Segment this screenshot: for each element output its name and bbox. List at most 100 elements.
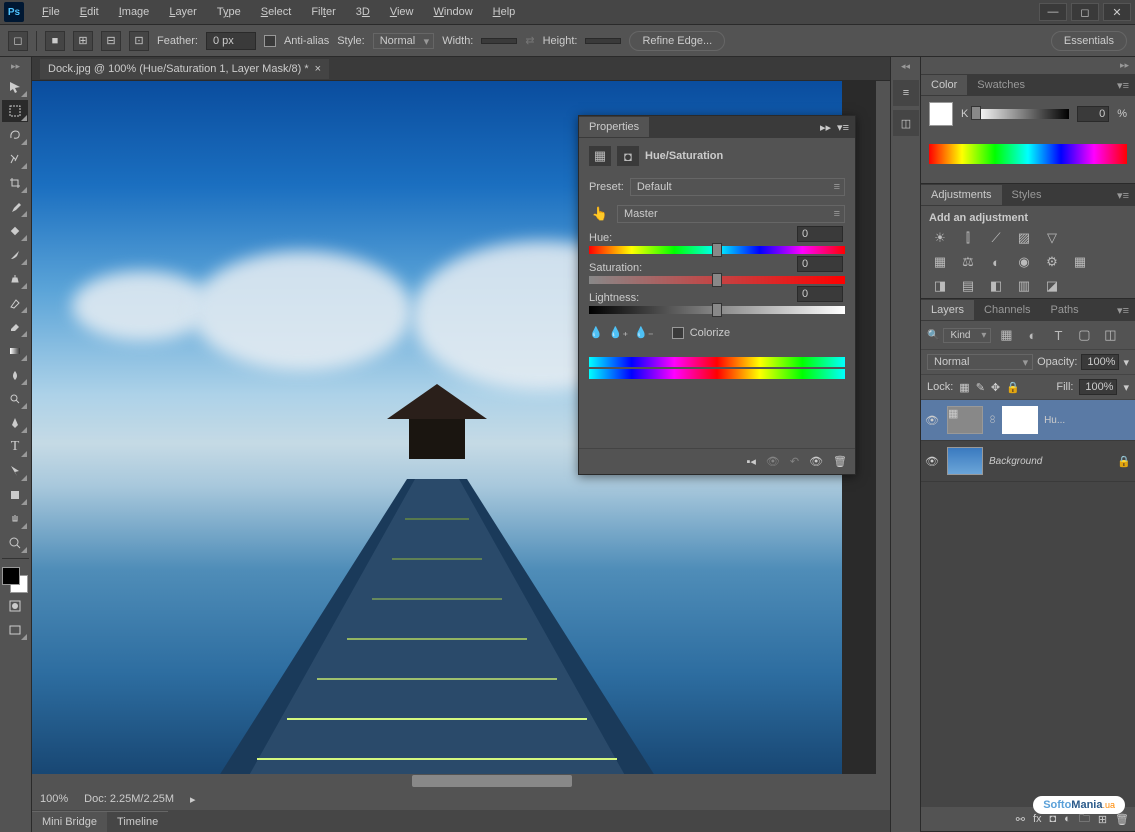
filter-kind-select[interactable]: Kind [943,328,991,343]
blend-mode-select[interactable]: Normal [927,354,1033,370]
hue-value[interactable]: 0 [797,226,843,242]
saturation-slider[interactable] [589,276,845,284]
color-spectrum[interactable] [929,144,1127,164]
add-selection-icon[interactable]: ⊞ [73,31,93,51]
new-selection-icon[interactable]: ■ [45,31,65,51]
zoom-level[interactable]: 100% [40,793,68,805]
clip-to-layer-icon[interactable]: ▪◂ [746,455,755,468]
opacity-arrow-icon[interactable]: ▾ [1123,356,1129,369]
tab-channels[interactable]: Channels [974,300,1040,320]
color-panel-menu-icon[interactable]: ▾≡ [1111,77,1135,94]
fill-input[interactable]: 100% [1079,379,1117,395]
channel-mixer-icon[interactable]: ⚙ [1041,252,1063,272]
quick-mask-tool[interactable] [2,595,28,617]
menu-select[interactable]: Select [253,2,300,22]
marquee-tool[interactable] [2,100,28,122]
gradient-map-icon[interactable]: ▥ [1013,276,1035,296]
collapse-toolbar-icon[interactable]: ▸▸ [2,61,29,72]
color-lookup-icon[interactable]: ▦ [1069,252,1091,272]
workspace-button[interactable]: Essentials [1051,31,1127,51]
lock-pixels-icon[interactable]: ✎ [976,381,985,394]
tab-layers[interactable]: Layers [921,300,974,320]
bw-icon[interactable]: ◐ [985,252,1007,272]
pen-tool[interactable] [2,412,28,434]
threshold-icon[interactable]: ◧ [985,276,1007,296]
posterize-icon[interactable]: ▤ [957,276,979,296]
layers-panel-menu-icon[interactable]: ▾≡ [1111,302,1135,319]
width-input[interactable] [481,38,517,44]
close-button[interactable]: ✕ [1103,3,1131,21]
tab-adjustments[interactable]: Adjustments [921,185,1002,205]
shape-tool[interactable] [2,484,28,506]
lightness-slider[interactable] [589,306,845,314]
collapse-properties-icon[interactable]: ▸▸ [820,121,831,134]
adjustments-panel-menu-icon[interactable]: ▾≡ [1111,187,1135,204]
k-slider[interactable] [976,109,1069,119]
lock-position-icon[interactable]: ✥ [991,381,1000,394]
dodge-tool[interactable] [2,388,28,410]
collapse-panels-icon[interactable]: ▸▸ [921,57,1135,74]
history-brush-tool[interactable] [2,292,28,314]
new-adjustment-icon[interactable]: ◐ [1064,813,1071,825]
opacity-input[interactable]: 100% [1081,354,1119,370]
lock-transparency-icon[interactable]: ▦ [959,381,969,394]
vibrance-icon[interactable]: ▽ [1041,228,1063,248]
layer-visibility-icon[interactable]: 👁 [925,414,941,427]
vertical-scrollbar[interactable] [876,81,890,774]
hue-slider[interactable] [589,246,845,254]
height-input[interactable] [585,38,621,44]
toggle-visibility-icon[interactable]: 👁 [809,455,823,468]
hue-sat-icon[interactable]: ▦ [929,252,951,272]
invert-icon[interactable]: ◨ [929,276,951,296]
menu-edit[interactable]: Edit [72,2,107,22]
layer-fx-icon[interactable]: fx [1033,813,1042,825]
zoom-tool[interactable] [2,532,28,554]
menu-image[interactable]: Image [111,2,158,22]
refine-edge-button[interactable]: Refine Edge... [629,31,725,51]
layer-background[interactable]: 👁 Background 🔒 [921,441,1135,482]
brush-tool[interactable] [2,244,28,266]
layer-visibility-icon[interactable]: 👁 [925,455,941,468]
hand-tool[interactable] [2,508,28,530]
swap-dimensions-icon[interactable]: ⇄ [525,34,534,47]
horizontal-scrollbar[interactable] [32,774,890,788]
layer-thumb-background[interactable] [947,447,983,475]
menu-window[interactable]: Window [426,2,481,22]
gradient-tool[interactable] [2,340,28,362]
clone-stamp-tool[interactable] [2,268,28,290]
filter-kind-icon[interactable]: 🔍 [927,330,939,341]
minimize-button[interactable]: — [1039,3,1067,21]
levels-icon[interactable]: ⫿ [957,228,979,248]
tab-swatches[interactable]: Swatches [967,75,1035,95]
intersect-selection-icon[interactable]: ⊡ [129,31,149,51]
antialias-checkbox[interactable] [264,35,276,47]
tab-paths[interactable]: Paths [1041,300,1089,320]
quick-selection-tool[interactable] [2,148,28,170]
tab-timeline[interactable]: Timeline [107,811,168,832]
k-input[interactable]: 0 [1077,106,1109,122]
photo-filter-icon[interactable]: ◉ [1013,252,1035,272]
menu-layer[interactable]: Layer [161,2,205,22]
layer-mask-icon[interactable]: ◘ [1050,813,1057,825]
brightness-icon[interactable]: ☀ [929,228,951,248]
doc-info[interactable]: Doc: 2.25M/2.25M [84,793,174,805]
lightness-value[interactable]: 0 [797,286,843,302]
adjustment-type-icon[interactable]: ▦ [589,146,611,166]
filter-shape-icon[interactable]: ▢ [1073,325,1095,345]
curves-icon[interactable]: ⟋ [985,228,1007,248]
style-select[interactable]: Normal [373,33,434,49]
lasso-tool[interactable] [2,124,28,146]
crop-tool[interactable] [2,172,28,194]
maximize-button[interactable]: ◻ [1071,3,1099,21]
filter-pixel-icon[interactable]: ▦ [995,325,1017,345]
selective-color-icon[interactable]: ◪ [1041,276,1063,296]
eyedropper-tool[interactable] [2,196,28,218]
layer-mask-thumb[interactable] [1002,406,1038,434]
document-tab[interactable]: Dock.jpg @ 100% (Hue/Saturation 1, Layer… [40,59,329,79]
on-image-adjust-icon[interactable]: 👆 [589,204,611,224]
screen-mode-tool[interactable] [2,619,28,641]
filter-adjustment-icon[interactable]: ◐ [1021,325,1043,345]
fill-arrow-icon[interactable]: ▾ [1123,381,1129,394]
subtract-selection-icon[interactable]: ⊟ [101,31,121,51]
doc-info-arrow-icon[interactable]: ▸ [190,793,196,806]
